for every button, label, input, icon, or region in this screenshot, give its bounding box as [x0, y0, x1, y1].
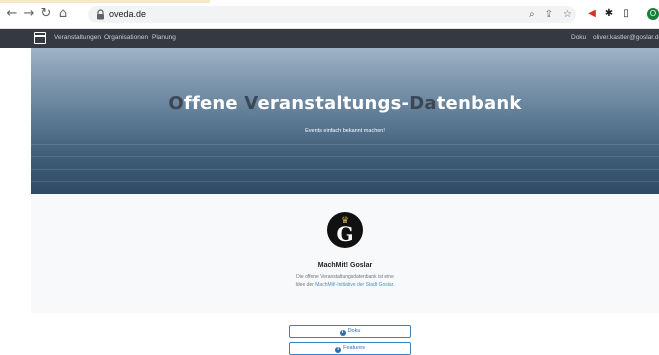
tab-strip — [0, 0, 210, 3]
doku-button[interactable]: i Doku — [289, 325, 411, 338]
hero-title-part: Da — [409, 93, 437, 114]
hero-subtitle: Events einfach bekannt machen! — [305, 128, 385, 134]
home-icon[interactable]: ⌂ — [56, 7, 70, 21]
zoom-icon[interactable]: ⌕ — [529, 8, 535, 21]
organization-description: Die offene Veranstaltungsdatenbank ist e… — [295, 273, 395, 289]
logo-letter: G — [336, 222, 354, 246]
puzzle-extensions-icon[interactable]: ✱ — [603, 8, 615, 20]
user-account-link[interactable]: oliver.kastler@goslar.de — [593, 33, 659, 43]
organization-card: ♛ G MachMit! Goslar Die offene Veranstal… — [31, 194, 659, 313]
hero-title-part: ffene — [183, 93, 245, 114]
bookmark-star-icon[interactable]: ☆ — [563, 8, 572, 21]
organization-name: MachMit! Goslar — [317, 262, 373, 269]
calendar-icon[interactable] — [34, 32, 46, 44]
side-panel-icon[interactable]: ▯ — [620, 8, 632, 20]
site-navbar: Veranstaltungen Organisationen Planung D… — [0, 29, 659, 48]
features-button-label: Features — [343, 345, 365, 351]
description-suffix: . — [393, 282, 395, 288]
nav-link-organisationen[interactable]: Organisationen — [104, 33, 148, 43]
machmit-initiative-link[interactable]: MachMit!-Initiative der Stadt Goslar — [315, 282, 393, 288]
extension-icon[interactable]: ◀ — [586, 8, 598, 20]
lock-icon — [97, 9, 104, 20]
profile-avatar[interactable]: O — [647, 8, 659, 20]
url-text: oveda.de — [109, 9, 147, 19]
hero-title-part: O — [168, 93, 184, 114]
info-icon: i — [335, 347, 342, 353]
organization-logo: ♛ G — [327, 212, 363, 248]
nav-link-doku[interactable]: Doku — [571, 33, 586, 43]
features-button[interactable]: i Features — [289, 342, 411, 355]
hero-title-part: V — [244, 93, 258, 114]
doku-button-label: Doku — [347, 328, 361, 334]
hero-banner: Offene Veranstaltungs-Datenbank Events e… — [31, 48, 659, 194]
info-icon: i — [339, 330, 346, 336]
forward-arrow-icon[interactable]: → — [22, 7, 36, 21]
back-arrow-icon[interactable]: ← — [5, 7, 19, 21]
hero-title-part: eranstaltungs- — [257, 93, 410, 114]
address-bar[interactable]: oveda.de ⌕ ⇪ ☆ — [88, 6, 576, 23]
hero-title-part: tenbank — [436, 93, 522, 114]
nav-link-planung[interactable]: Planung — [152, 33, 176, 43]
share-icon[interactable]: ⇪ — [545, 8, 553, 21]
browser-toolbar: ← → ↻ ⌂ oveda.de ⌕ ⇪ ☆ ◀ ✱ ▯ O — [0, 0, 659, 29]
reload-icon[interactable]: ↻ — [39, 7, 53, 21]
nav-link-veranstaltungen[interactable]: Veranstaltungen — [54, 33, 101, 43]
hero-title: Offene Veranstaltungs-Datenbank — [31, 92, 659, 116]
